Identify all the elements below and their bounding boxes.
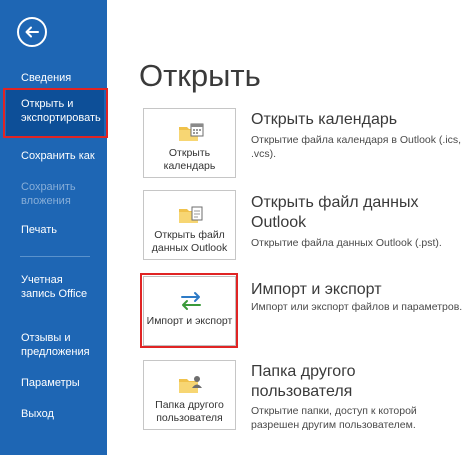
tile-highlight xyxy=(140,273,238,348)
option-title: Открыть файл данных Outlook xyxy=(251,194,419,231)
sidebar-item-exit[interactable]: Выход xyxy=(8,407,107,421)
data-file-folder-icon xyxy=(179,206,203,223)
selection-highlight xyxy=(3,88,108,138)
option-title: Импорт и экспорт xyxy=(251,281,382,298)
sidebar-item-options[interactable]: Параметры xyxy=(8,376,107,390)
option-description: Импорт или экспорт файлов и параметров. xyxy=(251,301,463,313)
sidebar: Сведения Открыть и экспортировать Сохран… xyxy=(0,0,107,455)
open-data-file-tile[interactable]: Открыть файл данных Outlook xyxy=(143,190,236,260)
option-description: Открытие папки, доступ к которой разреше… xyxy=(251,405,417,431)
tile-label: Папка другого пользователя xyxy=(155,399,224,424)
option-title: Открыть календарь xyxy=(251,111,398,128)
calendar-folder-icon xyxy=(179,123,204,141)
sidebar-item-office-account[interactable]: Учетная запись Office xyxy=(8,273,93,301)
option-description: Открытие файла данных Outlook (.pst). xyxy=(251,237,442,249)
sidebar-item-info[interactable]: Сведения xyxy=(8,71,107,85)
option-description: Открытие файла календаря в Outlook (.ics… xyxy=(251,134,462,160)
sidebar-item-feedback[interactable]: Отзывы и предложения xyxy=(8,331,104,359)
other-user-folder-tile[interactable]: Папка другого пользователя xyxy=(143,360,236,430)
page-title: Открыть xyxy=(139,58,261,93)
open-calendar-tile[interactable]: Открыть календарь xyxy=(143,108,236,178)
back-button[interactable] xyxy=(17,17,47,47)
sidebar-item-print[interactable]: Печать xyxy=(8,223,107,237)
option-title: Папка другого пользователя xyxy=(251,363,356,400)
tile-label: Открыть календарь xyxy=(163,147,216,172)
arrow-left-icon xyxy=(25,26,39,38)
tile-label: Открыть файл данных Outlook xyxy=(151,229,228,254)
sidebar-item-save-as[interactable]: Сохранить как xyxy=(8,149,107,163)
shared-folder-icon xyxy=(179,376,202,393)
sidebar-divider xyxy=(20,256,90,257)
sidebar-item-save-attachments: Сохранить вложения xyxy=(21,181,76,207)
